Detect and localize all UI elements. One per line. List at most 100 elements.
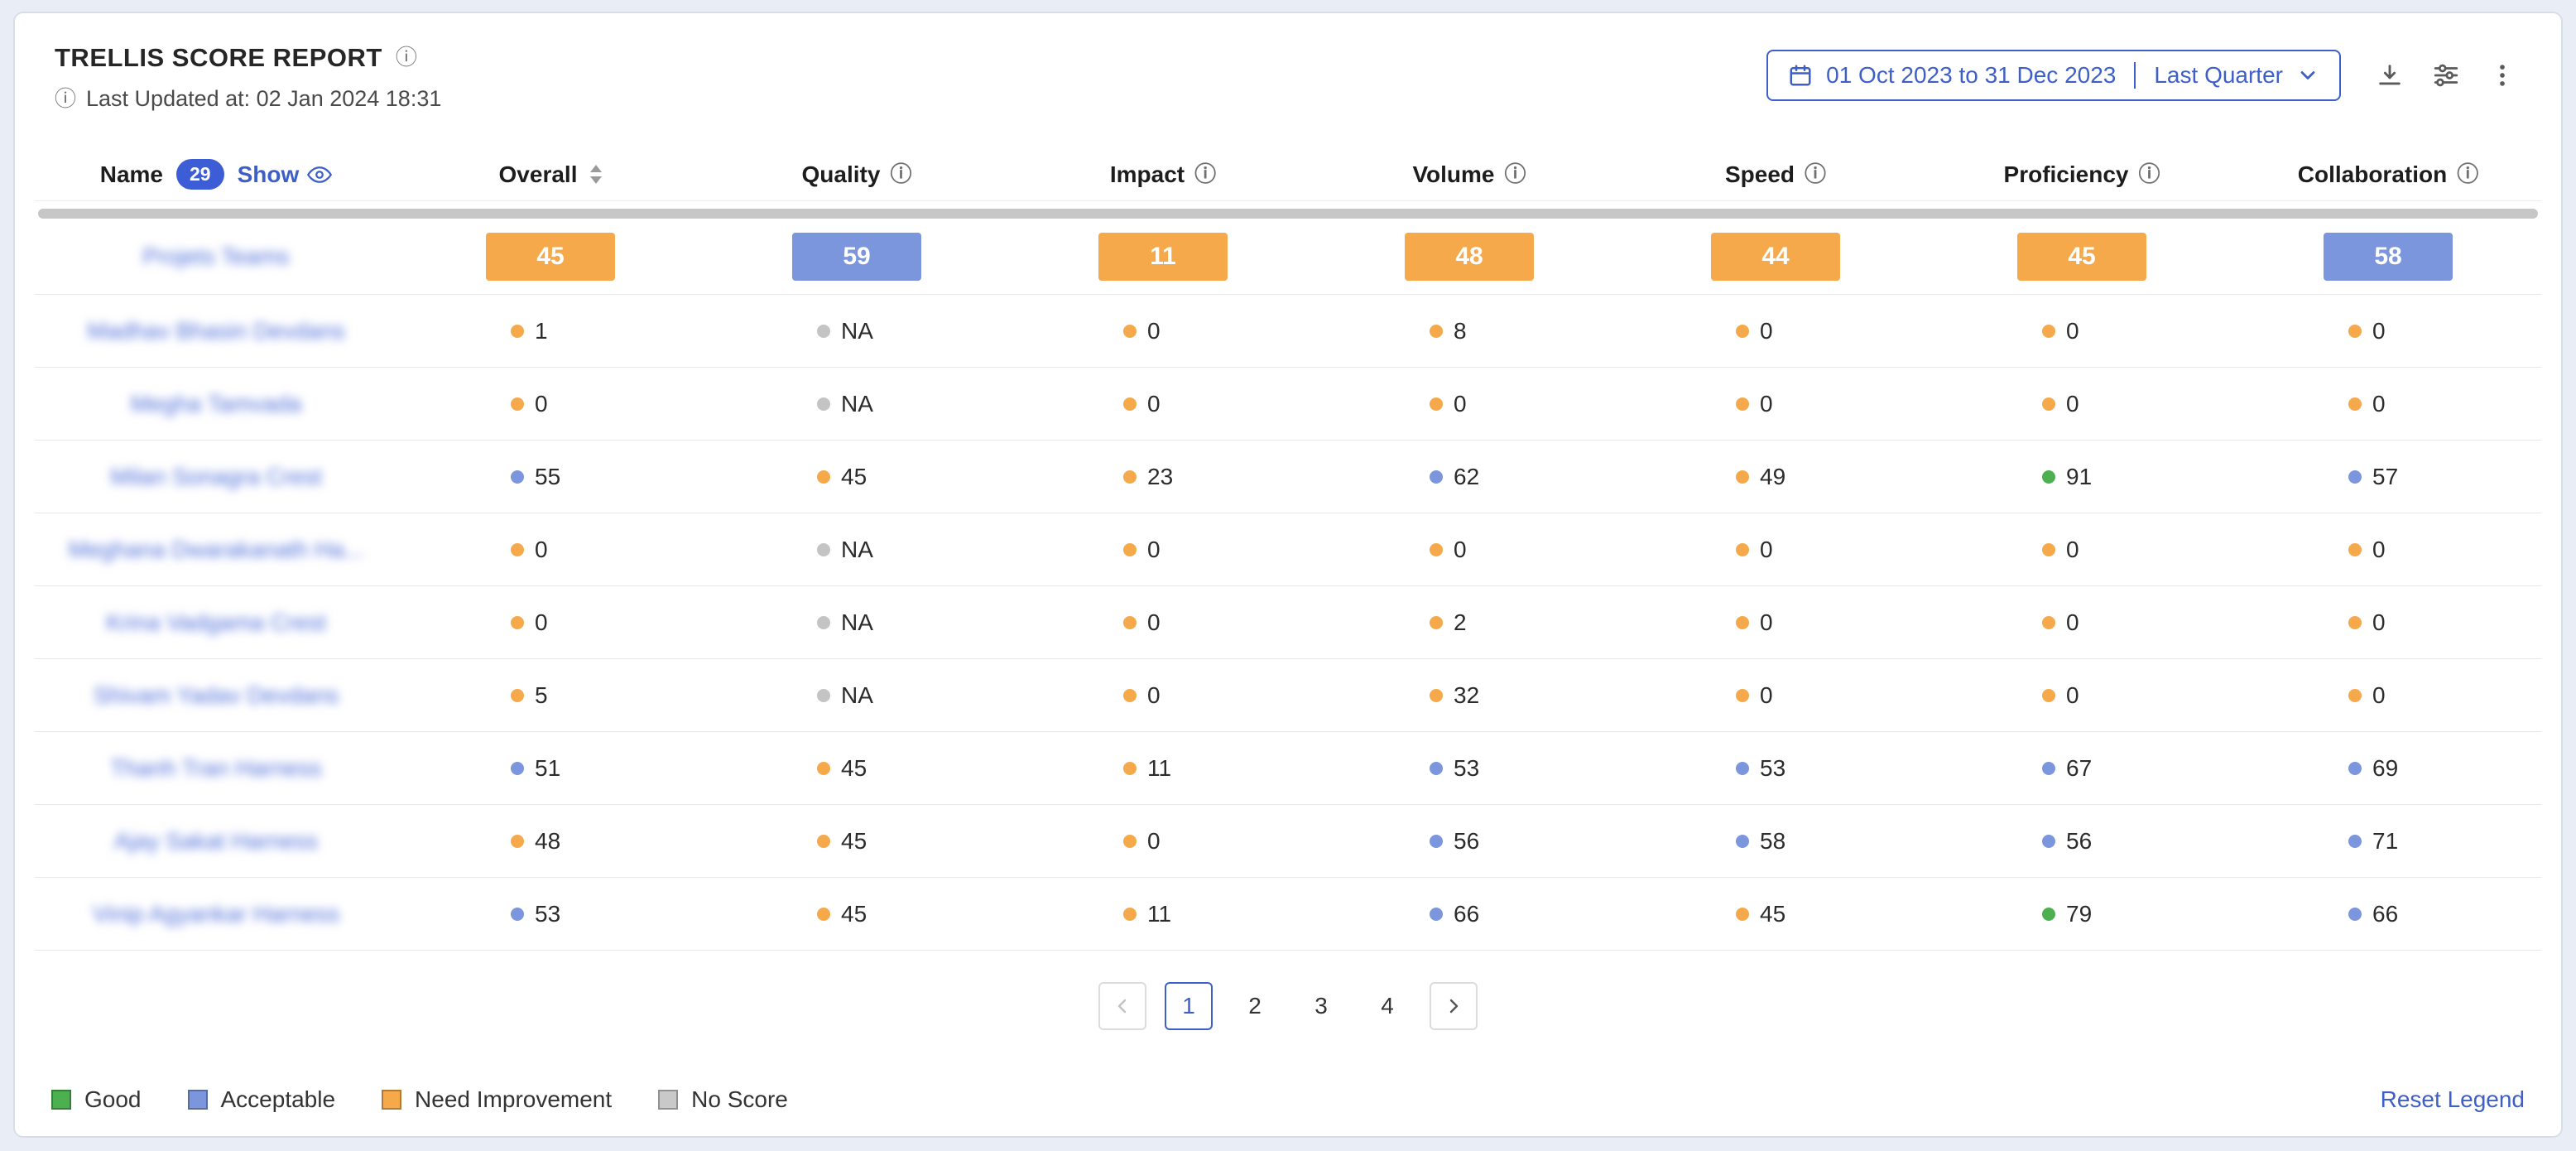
score: 0 — [1123, 318, 1203, 344]
score-level-dot — [1736, 470, 1749, 484]
column-header-label: Proficiency — [2004, 161, 2129, 188]
score-value: 0 — [1454, 391, 1467, 417]
legend-swatch — [382, 1090, 401, 1110]
column-header-speed[interactable]: Speedⓘ — [1622, 161, 1929, 188]
score-cell: 56 — [1316, 828, 1622, 855]
team-name-link[interactable]: Projets Teams — [143, 243, 290, 270]
table-row: Milan Sonagra Crest55452362499157 — [35, 441, 2541, 513]
pagination-prev-button[interactable] — [1098, 982, 1146, 1030]
info-icon[interactable]: ⓘ — [2457, 164, 2478, 185]
kebab-menu-button[interactable] — [2483, 56, 2521, 94]
column-header-overall[interactable]: Overall — [397, 161, 704, 188]
score-value: 0 — [2066, 682, 2079, 709]
score: 0 — [1430, 391, 1509, 417]
score-value: 0 — [2066, 609, 2079, 636]
score-cell: 0 — [1010, 682, 1316, 709]
sort-icon[interactable] — [590, 165, 602, 184]
summary-score-cell: 48 — [1316, 233, 1622, 281]
summary-score-cell: 11 — [1010, 233, 1316, 281]
score-cell: 45 — [1622, 901, 1929, 927]
score-value: 0 — [1147, 391, 1161, 417]
score-value: 0 — [1760, 537, 1773, 563]
score-value: 91 — [2066, 464, 2092, 490]
report-card: TRELLIS SCORE REPORT ⓘ ⓘ Last Updated at… — [13, 12, 2563, 1138]
score-value: NA — [841, 682, 873, 709]
table-header-row: Name 29 Show OverallQualityⓘImpactⓘVolum… — [35, 148, 2541, 201]
info-icon[interactable]: ⓘ — [1505, 164, 1526, 185]
score-cell: 5 — [397, 682, 704, 709]
pagination-next-button[interactable] — [1430, 982, 1478, 1030]
summary-score-cell: 44 — [1622, 233, 1929, 281]
summary-name-cell: Projets Teams — [35, 243, 397, 270]
contributor-name-link[interactable]: Vinip Agyankar Harness — [93, 901, 339, 927]
score-level-dot — [1736, 689, 1749, 702]
contributor-name-link[interactable]: Megha Tamvada — [131, 391, 302, 417]
pagination: 1234 — [15, 982, 2561, 1030]
show-link[interactable]: Show — [238, 161, 333, 188]
summary-score-badge: 45 — [486, 233, 615, 281]
score-value: NA — [841, 391, 873, 417]
info-icon[interactable]: ⓘ — [2138, 164, 2160, 185]
contributor-name-link[interactable]: Ajay Sakat Harness — [114, 828, 318, 855]
summary-score-badge: 58 — [2324, 233, 2453, 281]
download-button[interactable] — [2371, 56, 2409, 94]
contributor-name-link[interactable]: Madhav Bhasin Devdans — [87, 318, 344, 344]
score-value: 56 — [1454, 828, 1479, 855]
horizontal-scrollbar[interactable] — [38, 209, 2538, 219]
name-cell: Milan Sonagra Crest — [35, 464, 397, 490]
score-cell: 48 — [397, 828, 704, 855]
score-cell: 67 — [1929, 755, 2235, 782]
score: 49 — [1736, 464, 1815, 490]
score-value: 8 — [1454, 318, 1467, 344]
score-value: 0 — [1760, 609, 1773, 636]
score: 11 — [1123, 755, 1203, 782]
column-header-impact[interactable]: Impactⓘ — [1010, 161, 1316, 188]
contributor-name-link[interactable]: Meghana Dwarakanath Ha... — [69, 537, 363, 563]
score-value: 57 — [2372, 464, 2398, 490]
legend-item-acceptable[interactable]: Acceptable — [188, 1086, 336, 1113]
info-icon[interactable]: ⓘ — [1194, 164, 1216, 185]
pagination-page-1[interactable]: 1 — [1165, 982, 1213, 1030]
legend-item-good[interactable]: Good — [51, 1086, 142, 1113]
score: 48 — [511, 828, 590, 855]
column-header-proficiency[interactable]: Proficiency ⓘ — [1929, 161, 2235, 188]
score-level-dot — [511, 762, 524, 775]
score-level-dot — [2348, 762, 2362, 775]
reset-legend-link[interactable]: Reset Legend — [2381, 1086, 2525, 1113]
score-level-dot — [817, 325, 830, 338]
table-row: Madhav Bhasin Devdans1NA08000 — [35, 295, 2541, 368]
score: 2 — [1430, 609, 1509, 636]
score: 0 — [1736, 609, 1815, 636]
score-cell: 0 — [1622, 537, 1929, 563]
score-level-dot — [2042, 543, 2055, 556]
score-level-dot — [817, 908, 830, 921]
score-level-dot — [1736, 325, 1749, 338]
score-level-dot — [1430, 689, 1443, 702]
name-cell: Ajay Sakat Harness — [35, 828, 397, 855]
column-header-quality[interactable]: Qualityⓘ — [704, 161, 1010, 188]
contributor-name-link[interactable]: Milan Sonagra Crest — [110, 464, 321, 490]
score-level-dot — [1430, 762, 1443, 775]
column-header-collaboration[interactable]: Collaborationⓘ — [2235, 161, 2541, 188]
legend-item-need-improvement[interactable]: Need Improvement — [382, 1086, 612, 1113]
title-info-icon[interactable]: ⓘ — [396, 47, 417, 69]
legend-item-no-score[interactable]: No Score — [658, 1086, 788, 1113]
score-level-dot — [1123, 543, 1137, 556]
settings-filter-button[interactable] — [2427, 56, 2465, 94]
info-icon[interactable]: ⓘ — [890, 164, 911, 185]
score-level-dot — [817, 689, 830, 702]
contributor-name-link[interactable]: Thanh Tran Harness — [110, 755, 321, 782]
contributor-name-link[interactable]: Krina Vadgama Crest — [106, 609, 326, 636]
date-range-picker[interactable]: 01 Oct 2023 to 31 Dec 2023 Last Quarter — [1766, 50, 2341, 101]
score-value: 45 — [841, 755, 867, 782]
pagination-page-2[interactable]: 2 — [1231, 982, 1279, 1030]
score-value: 0 — [2372, 537, 2386, 563]
score: 32 — [1430, 682, 1509, 709]
pagination-page-4[interactable]: 4 — [1363, 982, 1411, 1030]
contributor-name-link[interactable]: Shivam Yadav Devdans — [94, 682, 339, 709]
table-body: Madhav Bhasin Devdans1NA08000Megha Tamva… — [35, 295, 2541, 951]
info-icon[interactable]: ⓘ — [1805, 164, 1826, 185]
score-level-dot — [817, 397, 830, 411]
column-header-volume[interactable]: Volumeⓘ — [1316, 161, 1622, 188]
pagination-page-3[interactable]: 3 — [1297, 982, 1345, 1030]
